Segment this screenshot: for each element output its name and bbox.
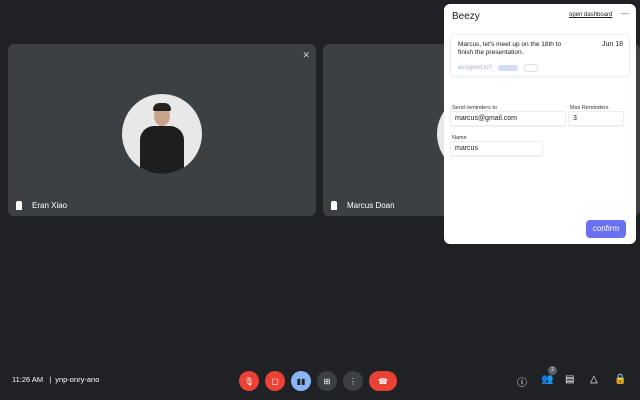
max-reminders-input[interactable]: 3 — [568, 111, 624, 126]
more-vert-icon: ⋮ — [349, 376, 357, 386]
leave-call-button[interactable]: ☎ — [369, 371, 397, 391]
assignee-chip[interactable] — [498, 65, 519, 71]
separator: | — [49, 375, 52, 384]
camera-off-icon: ▢ — [271, 376, 279, 386]
participant-tile[interactable]: Eran Xiao ✕ — [8, 44, 316, 216]
minimize-button[interactable]: — — [621, 9, 629, 18]
present-icon: ⊞ — [323, 376, 331, 386]
task-message: Marcus, let's meet up on the 18th to fin… — [458, 41, 562, 56]
participant-name: Marcus Doan — [347, 201, 395, 210]
name-input[interactable]: marcus — [450, 141, 543, 156]
participant-name: Eran Xiao — [32, 201, 68, 210]
beezy-panel: Beezy open dashboard — Marcus, let's mee… — [444, 4, 636, 244]
open-dashboard-link[interactable]: open dashboard — [569, 12, 612, 18]
phone-hangup-icon: ☎ — [378, 376, 388, 386]
host-controls-icon[interactable]: 🔒 — [614, 374, 626, 385]
activities-icon[interactable]: △ — [590, 374, 598, 385]
participant-count-badge: 2 — [548, 366, 557, 375]
meeting-toolbar: 11:26 AM | ynp-onry-ano 🎙 ▢ ▮▮ ⊞ ⋮ ☎ ⓘ 👥 … — [0, 360, 640, 400]
present-button[interactable]: ⊞ — [317, 371, 337, 391]
mic-toggle-button[interactable]: 🎙 — [239, 371, 259, 391]
task-card[interactable]: Marcus, let's meet up on the 18th to fin… — [450, 34, 630, 77]
time: 11:26 AM — [12, 375, 44, 384]
camera-toggle-button[interactable]: ▢ — [265, 371, 285, 391]
task-date: Jun 18 — [601, 41, 623, 48]
assignee-chip[interactable] — [524, 64, 539, 72]
more-options-button[interactable]: ⋮ — [343, 371, 363, 391]
confirm-button[interactable]: confirm — [586, 220, 626, 238]
avatar — [122, 94, 202, 174]
chat-icon[interactable]: ▤ — [565, 374, 574, 385]
mic-off-icon: 🎙 — [243, 376, 255, 386]
meeting-code: ynp-onry-ano — [55, 375, 100, 384]
layout-icon: ▮▮ — [296, 376, 306, 386]
pin-icon[interactable] — [331, 201, 337, 210]
captions-button[interactable]: ▮▮ — [291, 371, 311, 391]
assigned-label[interactable]: assigned to? — [458, 65, 492, 71]
pin-icon[interactable] — [16, 201, 22, 210]
info-icon[interactable]: ⓘ — [517, 374, 527, 389]
people-icon[interactable]: 👥 — [541, 374, 553, 385]
panel-title: Beezy — [452, 11, 480, 22]
mic-off-icon: ✕ — [302, 50, 310, 60]
reminders-email-input[interactable]: marcus@gmail.com — [450, 111, 566, 126]
